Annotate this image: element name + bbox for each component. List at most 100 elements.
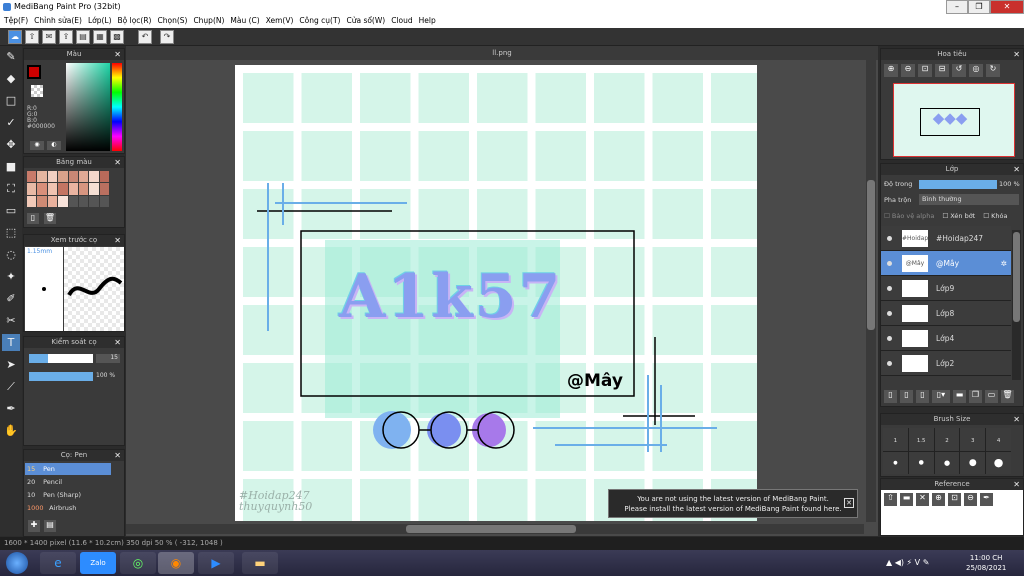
close-icon[interactable]: ✕ xyxy=(114,49,121,60)
close-icon[interactable]: ✕ xyxy=(114,337,121,348)
brush-size-dot[interactable]: ● xyxy=(986,451,1011,474)
menu-tools[interactable]: Công cụ(T) xyxy=(299,14,346,28)
bucket-tool-icon[interactable]: ⛶ xyxy=(2,180,20,197)
upload-icon[interactable]: ⇧ xyxy=(884,493,897,506)
shape-tool-icon[interactable]: □ xyxy=(2,92,20,109)
blend-mode-select[interactable]: Bình thường xyxy=(919,194,1019,205)
visibility-icon[interactable] xyxy=(887,310,892,316)
selection-pen-icon[interactable]: ✓ xyxy=(2,114,20,131)
layers-scrollbar[interactable] xyxy=(1012,230,1021,380)
size-value[interactable]: 15 xyxy=(96,354,120,363)
brush-size-preset[interactable]: 4 xyxy=(986,428,1011,451)
cloud-icon[interactable]: ☁ xyxy=(8,30,22,44)
minimize-button[interactable]: – xyxy=(946,0,968,14)
add-brush-icon[interactable]: ✚ xyxy=(28,520,40,532)
rotate-left-icon[interactable]: ↺ xyxy=(952,64,966,77)
grid-icon[interactable]: ▩ xyxy=(110,30,124,44)
close-icon[interactable]: ✕ xyxy=(114,235,121,246)
new-layer-1bit-icon[interactable]: ▯ xyxy=(916,390,929,403)
brush-item[interactable]: 20 Pencil xyxy=(25,476,111,488)
visibility-icon[interactable] xyxy=(887,285,892,291)
zoom-out-icon[interactable]: ⊖ xyxy=(901,64,915,77)
brush-size-dot[interactable]: ● xyxy=(883,451,908,474)
zoom-in-icon[interactable]: ⊕ xyxy=(884,64,898,77)
eyedrop-icon[interactable]: ◉ xyxy=(30,141,44,150)
fg-color-swatch[interactable] xyxy=(27,65,41,79)
menu-layer[interactable]: Lớp(L) xyxy=(88,14,118,28)
clipping-checkbox[interactable]: ☐ Xén bớt xyxy=(942,212,975,220)
file-explorer-icon[interactable]: ▬ xyxy=(242,552,278,574)
vertical-scrollbar[interactable] xyxy=(866,60,876,522)
gear-icon[interactable]: ✲ xyxy=(1001,259,1007,268)
brush-size-dot[interactable]: ● xyxy=(908,451,934,474)
bg-color-swatch[interactable] xyxy=(31,85,43,97)
select-eraser-icon[interactable]: ✂ xyxy=(2,312,20,329)
divide-tool-icon[interactable]: ⟋ xyxy=(2,378,20,395)
eyedropper-icon[interactable]: ✒ xyxy=(2,400,20,417)
gradient-tool-icon[interactable]: ▭ xyxy=(2,202,20,219)
brush-item[interactable]: 10 Pen (Sharp) xyxy=(25,489,111,501)
upload-icon[interactable]: ⇧ xyxy=(25,30,39,44)
move-tool-icon[interactable]: ✥ xyxy=(2,136,20,153)
magic-wand-icon[interactable]: ✦ xyxy=(2,268,20,285)
rotate-reset-icon[interactable]: ◎ xyxy=(969,64,983,77)
layer-item[interactable]: #Hoidap #Hoidap247 xyxy=(881,226,1011,251)
redo-icon[interactable]: ↷ xyxy=(160,30,174,44)
fit-icon[interactable]: ⊡ xyxy=(948,493,961,506)
close-icon[interactable]: ✕ xyxy=(114,450,121,461)
layer-item[interactable]: Lớp8 xyxy=(881,301,1011,326)
close-icon[interactable]: ✕ xyxy=(1013,414,1020,425)
menu-snap[interactable]: Chụp(N) xyxy=(193,14,230,28)
visibility-icon[interactable] xyxy=(887,260,892,266)
duplicate-icon[interactable]: ❐ xyxy=(969,390,982,403)
tray-icons[interactable]: ▲ ◀) ⚡ V ✎ xyxy=(886,558,929,567)
actual-size-icon[interactable]: ⊟ xyxy=(935,64,949,77)
close-image-icon[interactable]: ✕ xyxy=(916,493,929,506)
select-pen-icon[interactable]: ✐ xyxy=(2,290,20,307)
close-icon[interactable]: ✕ xyxy=(844,498,854,508)
menu-file[interactable]: Tệp(F) xyxy=(4,14,34,28)
document-tab[interactable]: ll.png xyxy=(126,46,878,60)
fill-rect-icon[interactable]: ■ xyxy=(2,158,20,175)
coccoc-icon[interactable]: ◎ xyxy=(120,552,156,574)
zoom-out-icon[interactable]: ⊖ xyxy=(964,493,977,506)
close-icon[interactable]: ✕ xyxy=(114,157,121,168)
eraser-tool-icon[interactable]: ◆ xyxy=(2,70,20,87)
close-button[interactable]: ✕ xyxy=(990,0,1024,14)
lasso-icon[interactable]: ◌ xyxy=(2,246,20,263)
layer-item[interactable]: Lớp2 xyxy=(881,351,1011,376)
open-folder-icon[interactable]: ▬ xyxy=(900,493,913,506)
close-icon[interactable]: ✕ xyxy=(1013,479,1020,490)
brush-settings-icon[interactable]: ▤ xyxy=(44,520,56,532)
brush-tool-icon[interactable]: ✎ xyxy=(2,48,20,65)
start-button[interactable] xyxy=(6,552,28,574)
new-layer-icon[interactable]: ▯ xyxy=(884,390,897,403)
hue-slider[interactable] xyxy=(112,63,122,151)
chrome-icon[interactable]: ◉ xyxy=(158,552,194,574)
brush-size-dot[interactable]: ● xyxy=(934,451,960,474)
visibility-icon[interactable] xyxy=(887,360,892,366)
brush-size-preset[interactable]: 2 xyxy=(934,428,960,451)
brush-size-dot[interactable]: ● xyxy=(960,451,986,474)
delete-layer-icon[interactable]: 🗑 xyxy=(1001,390,1014,403)
menu-window[interactable]: Cửa sổ(W) xyxy=(346,14,391,28)
layer-item-selected[interactable]: @Mây @Mây ✲ xyxy=(881,251,1011,276)
brush-item[interactable]: 15 Pen xyxy=(25,463,111,475)
new-page-icon[interactable]: ▯ xyxy=(27,213,39,224)
layer-opacity-slider[interactable] xyxy=(919,180,997,189)
folder-icon[interactable]: ▬ xyxy=(953,390,966,403)
zoom-in-icon[interactable]: ⊕ xyxy=(932,493,945,506)
menu-cloud[interactable]: Cloud xyxy=(391,14,418,28)
menu-help[interactable]: Help xyxy=(419,14,442,28)
ie-icon[interactable]: e xyxy=(40,552,76,574)
brush-item[interactable]: 1000 Airbrush xyxy=(25,502,111,514)
close-icon[interactable]: ✕ xyxy=(1013,164,1020,175)
menu-color[interactable]: Màu (C) xyxy=(230,14,265,28)
navigator-thumbnail[interactable]: ◆◆◆ xyxy=(893,83,1015,157)
undo-icon[interactable]: ↶ xyxy=(138,30,152,44)
layout-icon[interactable]: ▦ xyxy=(93,30,107,44)
zoom-app-icon[interactable]: ▶ xyxy=(198,552,234,574)
text-tool-icon[interactable]: T xyxy=(2,334,20,351)
visibility-icon[interactable] xyxy=(887,335,892,341)
layer-item[interactable]: Lớp4 xyxy=(881,326,1011,351)
